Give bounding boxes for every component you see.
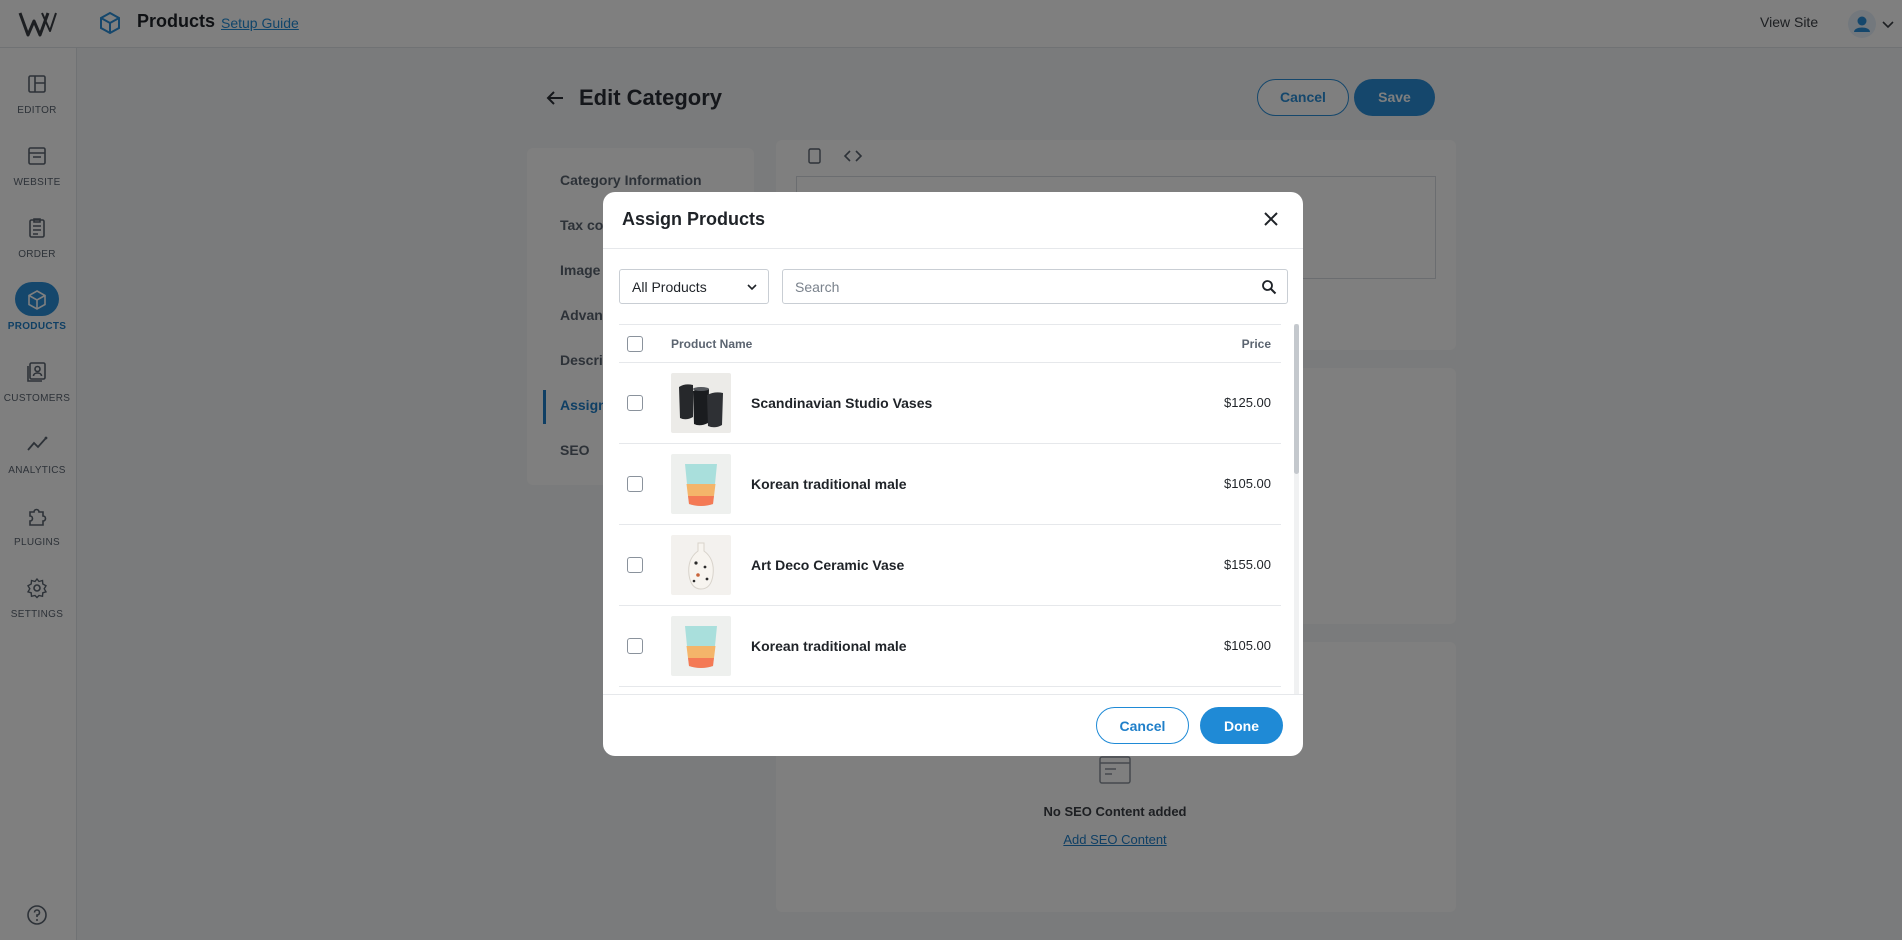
search-icon[interactable] xyxy=(1261,279,1277,295)
vase-image-icon xyxy=(671,535,731,595)
cancel-button[interactable]: Cancel xyxy=(1096,707,1189,744)
close-icon[interactable] xyxy=(1262,210,1280,228)
product-thumbnail xyxy=(671,616,731,676)
select-all-checkbox[interactable] xyxy=(627,336,643,352)
cup-image-icon xyxy=(671,454,731,514)
done-button[interactable]: Done xyxy=(1200,707,1283,744)
table-header: Product Name Price xyxy=(619,324,1281,363)
product-price: $105.00 xyxy=(1224,476,1271,491)
row-checkbox[interactable] xyxy=(627,395,643,411)
products-table: Product Name Price Scandinavian Studio V… xyxy=(619,324,1281,694)
row-checkbox[interactable] xyxy=(627,638,643,654)
assign-products-modal: Assign Products All Products Product Nam… xyxy=(603,192,1303,756)
modal-title: Assign Products xyxy=(622,209,766,229)
cup-image-icon xyxy=(671,616,731,676)
filter-selected-value: All Products xyxy=(632,279,707,295)
table-row[interactable]: Korean traditional male $105.00 xyxy=(619,606,1281,687)
product-name: Korean traditional male xyxy=(751,476,907,492)
product-filter-select[interactable]: All Products xyxy=(619,269,769,304)
modal-divider xyxy=(603,248,1303,249)
row-checkbox[interactable] xyxy=(627,476,643,492)
row-checkbox[interactable] xyxy=(627,557,643,573)
table-scrollbar[interactable] xyxy=(1294,324,1299,694)
table-row[interactable]: Scandinavian Studio Vases $125.00 xyxy=(619,363,1281,444)
search-field[interactable] xyxy=(782,269,1288,304)
scrollbar-thumb[interactable] xyxy=(1294,324,1299,474)
table-row[interactable]: Korean traditional male $105.00 xyxy=(619,444,1281,525)
product-name: Scandinavian Studio Vases xyxy=(751,395,933,411)
column-header-price: Price xyxy=(1241,337,1271,351)
chevron-down-icon xyxy=(747,284,757,291)
product-name: Korean traditional male xyxy=(751,638,907,654)
product-thumbnail xyxy=(671,373,731,433)
product-price: $125.00 xyxy=(1224,395,1271,410)
vases-image-icon xyxy=(671,373,731,433)
product-price: $155.00 xyxy=(1224,557,1271,572)
product-price: $105.00 xyxy=(1224,638,1271,653)
product-thumbnail xyxy=(671,454,731,514)
modal-footer-divider xyxy=(603,694,1303,695)
product-name: Art Deco Ceramic Vase xyxy=(751,557,905,573)
search-input[interactable] xyxy=(795,278,1245,296)
column-header-product-name: Product Name xyxy=(671,337,753,351)
table-row[interactable]: Art Deco Ceramic Vase $155.00 xyxy=(619,525,1281,606)
product-thumbnail xyxy=(671,535,731,595)
